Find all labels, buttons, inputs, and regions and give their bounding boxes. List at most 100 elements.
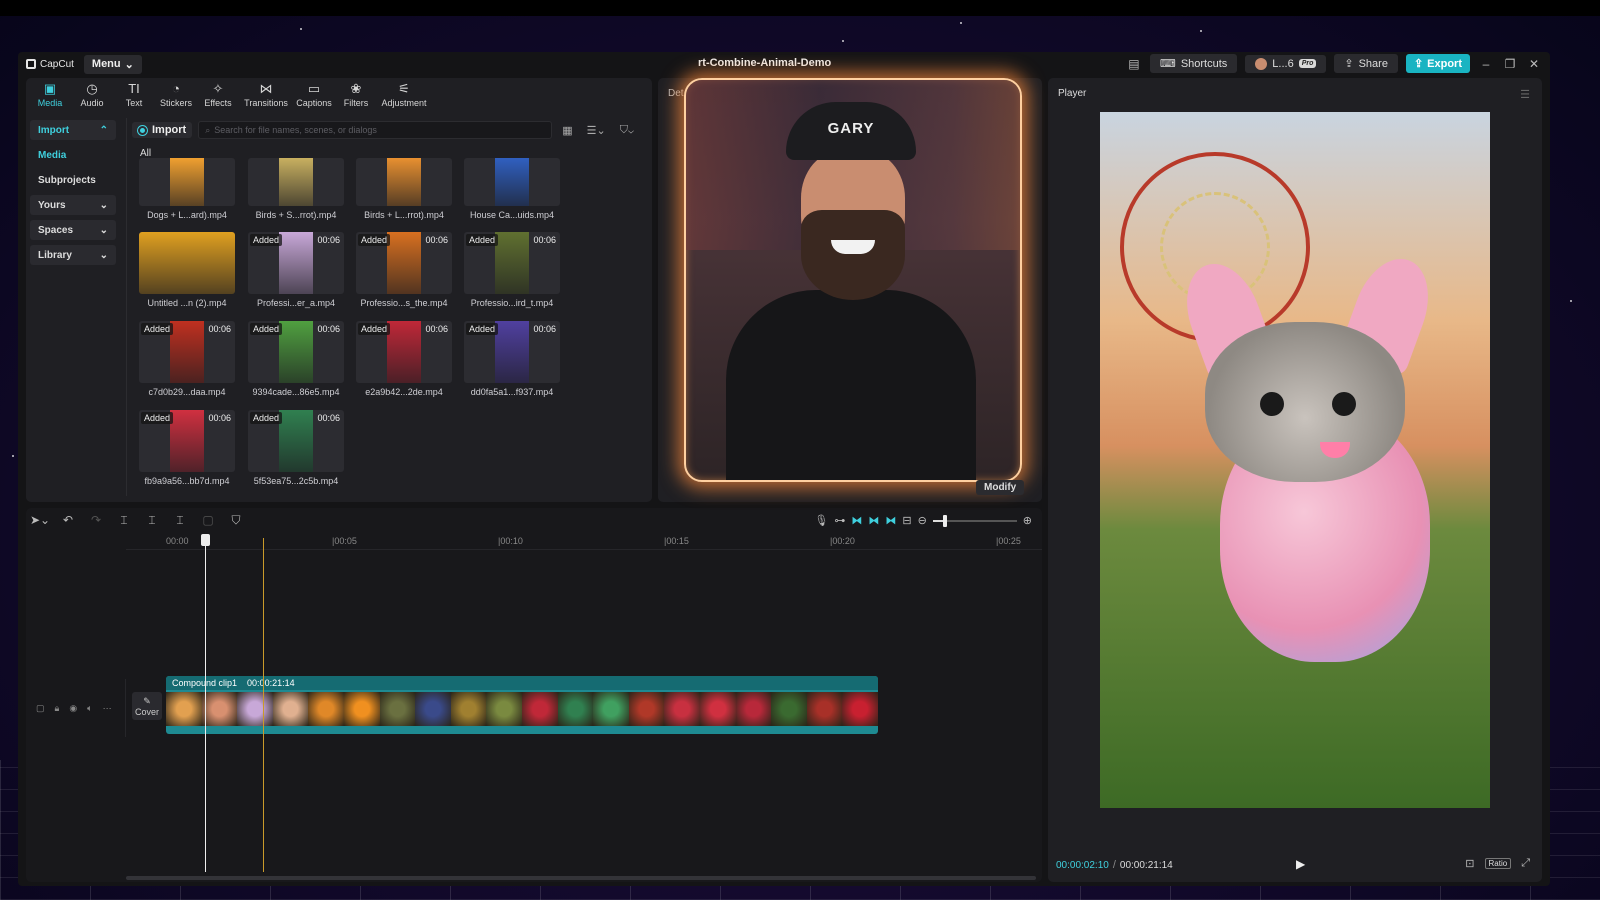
delete-icon[interactable]: ▢: [194, 513, 222, 527]
fullscreen-icon[interactable]: ⤢: [1521, 857, 1530, 870]
magnet-icon[interactable]: ⧓: [851, 514, 862, 527]
split-right-icon[interactable]: ⌶: [166, 513, 194, 528]
clip-frame: [308, 692, 344, 726]
volume-icon[interactable]: 🔈︎: [87, 703, 92, 714]
link-icon[interactable]: ⊶: [834, 514, 845, 527]
grid-view-icon[interactable]: ▦: [558, 124, 576, 137]
shortcuts-button[interactable]: ⌨ Shortcuts: [1149, 54, 1238, 73]
clip-frame: [272, 692, 309, 726]
select-tool-icon[interactable]: ➤⌄: [26, 513, 54, 527]
more-icon[interactable]: ⋯: [103, 703, 112, 714]
ruler-tick-label: |00:25: [996, 536, 1021, 546]
media-item[interactable]: Added 00:06 Professio...s_the.mp4: [356, 232, 452, 308]
sidebar-item-yours[interactable]: Yours ⌄: [30, 195, 116, 215]
ruler-tick-label: |00:05: [332, 536, 357, 546]
lock-icon[interactable]: 🔒︎: [55, 703, 60, 714]
sidebar-item-subprojects[interactable]: Subprojects: [30, 170, 116, 190]
media-item[interactable]: Added 00:06 5f53ea75...2c5b.mp4: [248, 410, 344, 486]
tab-adjustment[interactable]: ⚟ Adjustment: [378, 78, 430, 112]
zoom-slider[interactable]: [932, 514, 1017, 527]
asset-toolbar: ▣ Media ◷ Audio TI Text ◔ Stickers ✧ Effects …: [26, 78, 652, 112]
ratio-button[interactable]: Ratio: [1484, 858, 1512, 869]
track-cover-icon[interactable]: ▢: [36, 703, 45, 714]
menu-icon[interactable]: ☰: [1520, 88, 1530, 101]
webcam-overlay: GARY: [684, 78, 1022, 482]
video-preview[interactable]: [1100, 112, 1490, 808]
minimize-icon[interactable]: –: [1478, 57, 1494, 71]
snapshot-icon[interactable]: ⊡: [1465, 857, 1474, 870]
clip-frame: [521, 692, 558, 726]
split-icon[interactable]: ⌶: [110, 513, 138, 528]
preview-axis-icon[interactable]: ⧓: [885, 514, 896, 527]
tab-stickers[interactable]: ◔ Stickers: [156, 78, 196, 112]
media-thumbnail: Added 00:06: [464, 321, 560, 383]
tab-filters[interactable]: ❀ Filters: [336, 78, 376, 112]
captions-icon: ▭: [307, 81, 321, 96]
media-filename: c7d0b29...daa.mp4: [148, 387, 226, 397]
microphone-icon[interactable]: 🎙: [814, 514, 828, 527]
tab-media[interactable]: ▣ Media: [30, 78, 70, 112]
media-item[interactable]: Added 00:06 Professio...ird_t.mp4: [464, 232, 560, 308]
media-thumbnail: Added 00:06: [139, 410, 235, 472]
split-left-icon[interactable]: ⌶: [138, 513, 166, 528]
auto-snap-icon[interactable]: ⧓: [868, 514, 879, 527]
export-button[interactable]: ⇪ Export: [1405, 54, 1470, 73]
sidebar-item-media[interactable]: Media: [30, 145, 116, 165]
layout-icon[interactable]: ▤: [1126, 57, 1142, 71]
media-duration: 00:06: [533, 235, 556, 245]
playhead[interactable]: [205, 538, 206, 872]
media-item[interactable]: Birds + L...rrot).mp4: [356, 158, 452, 220]
media-item[interactable]: Added 00:06 fb9a9a56...bb7d.mp4: [139, 410, 235, 486]
compound-clip[interactable]: Compound clip1 00:00:21:14: [166, 676, 878, 734]
tab-text[interactable]: TI Text: [114, 78, 154, 112]
media-item[interactable]: Dogs + L...ard).mp4: [139, 158, 235, 220]
redo-icon[interactable]: ↷: [82, 513, 110, 527]
close-icon[interactable]: ✕: [1526, 57, 1542, 71]
details-tab[interactable]: Det: [668, 88, 684, 99]
tab-effects[interactable]: ✧ Effects: [198, 78, 238, 112]
share-button[interactable]: ⇪ Share: [1334, 54, 1398, 73]
media-item[interactable]: Added 00:06 9394cade...86e5.mp4: [248, 321, 344, 397]
restore-icon[interactable]: ❐: [1502, 57, 1518, 71]
thumbnail-image: [387, 158, 421, 206]
filter-icon[interactable]: ⛉⌄: [616, 124, 638, 137]
zoom-in-icon[interactable]: ⊕: [1023, 514, 1032, 527]
sidebar-item-import[interactable]: Import ⌃: [30, 120, 116, 140]
media-item[interactable]: Added 00:06 e2a9b42...2de.mp4: [356, 321, 452, 397]
caption-track-icon[interactable]: ⊟: [902, 514, 911, 527]
timeline-scrollbar[interactable]: [126, 876, 1036, 880]
sidebar-item-library[interactable]: Library ⌄: [30, 245, 116, 265]
thumbnail-image: [495, 158, 529, 206]
tab-captions[interactable]: ▭ Captions: [294, 78, 334, 112]
tab-transitions[interactable]: ⋈ Transitions: [240, 78, 292, 112]
cover-button[interactable]: ✎ Cover: [132, 692, 162, 720]
media-item[interactable]: House Ca...uids.mp4: [464, 158, 560, 220]
media-item[interactable]: Added 00:06 c7d0b29...daa.mp4: [139, 321, 235, 397]
tab-audio[interactable]: ◷ Audio: [72, 78, 112, 112]
import-button[interactable]: Import: [132, 122, 193, 138]
media-item[interactable]: Birds + S...rrot).mp4: [248, 158, 344, 220]
app-logo: CapCut: [26, 59, 74, 70]
sort-icon[interactable]: ☰⌄: [583, 124, 610, 137]
media-item[interactable]: Added 00:06 dd0fa5a1...f937.mp4: [464, 321, 560, 397]
media-duration: 00:06: [208, 324, 231, 334]
undo-icon[interactable]: ↶: [54, 513, 82, 527]
modify-button[interactable]: Modify: [976, 480, 1025, 495]
account-button[interactable]: L...6 Pro: [1245, 54, 1327, 73]
marker-icon[interactable]: ⛉: [222, 513, 250, 528]
zoom-out-icon[interactable]: ⊖: [918, 514, 927, 527]
dog-eye-left-shape: [1260, 392, 1284, 416]
media-item[interactable]: Untitled ...n (2).mp4: [139, 232, 235, 308]
media-duration: 00:06: [317, 235, 340, 245]
sidebar-item-spaces[interactable]: Spaces ⌄: [30, 220, 116, 240]
media-item[interactable]: Added 00:06 Professi...er_a.mp4: [248, 232, 344, 308]
eye-icon[interactable]: ◉: [69, 703, 77, 714]
clip-frame: [628, 692, 665, 726]
zoom-slider-handle[interactable]: [942, 514, 947, 527]
search-input[interactable]: ⌕ Search for file names, scenes, or dial…: [198, 121, 553, 139]
clip-thumbnails: [166, 692, 878, 726]
menu-button[interactable]: Menu ⌄: [83, 54, 142, 74]
tab-label: Effects: [204, 98, 232, 108]
media-thumbnail: [356, 158, 452, 206]
play-icon[interactable]: ▶: [1296, 857, 1305, 871]
